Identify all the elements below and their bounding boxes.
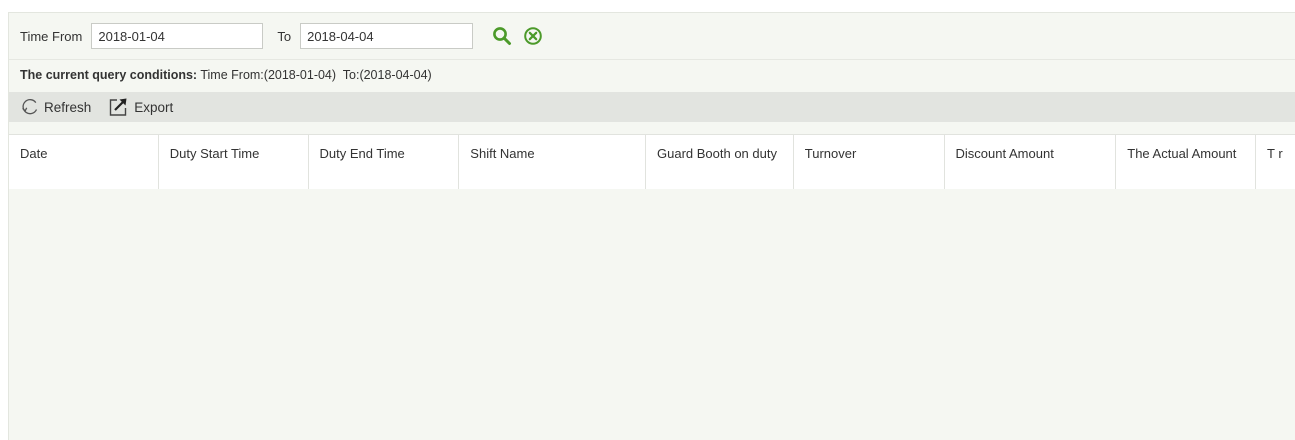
- column-header-duty-end-time[interactable]: Duty End Time: [309, 135, 460, 189]
- refresh-icon: [20, 98, 40, 116]
- column-header-discount-amount[interactable]: Discount Amount: [945, 135, 1117, 189]
- time-to-input[interactable]: [300, 23, 474, 49]
- filter-bar: Time From To: [9, 13, 1295, 60]
- toolbar: Refresh Export: [9, 92, 1295, 122]
- export-label: Export: [134, 99, 174, 115]
- search-icon[interactable]: [491, 25, 513, 47]
- refresh-label: Refresh: [44, 99, 92, 115]
- time-from-input[interactable]: [91, 23, 264, 49]
- report-panel: Time From To The current query condition…: [8, 12, 1295, 440]
- column-header-turnover[interactable]: Turnover: [794, 135, 945, 189]
- export-icon: [108, 97, 130, 117]
- column-header-guard-booth[interactable]: Guard Booth on duty: [646, 135, 794, 189]
- table-body: [9, 189, 1295, 440]
- query-conditions-heading: The current query conditions:: [20, 68, 198, 82]
- query-conditions: The current query conditions: Time From:…: [20, 68, 432, 82]
- table-header: Date Duty Start Time Duty End Time Shift…: [9, 134, 1295, 190]
- refresh-button[interactable]: Refresh: [20, 98, 91, 116]
- column-header-date[interactable]: Date: [9, 135, 159, 189]
- clear-circle-icon[interactable]: [522, 25, 544, 47]
- column-header-shift-name[interactable]: Shift Name: [459, 135, 646, 189]
- query-conditions-text: Time From:(2018-01-04) To:(2018-04-04): [197, 68, 432, 82]
- time-from-label: Time From: [20, 28, 83, 44]
- column-header-truncated[interactable]: T r: [1256, 135, 1295, 189]
- time-to-label: To: [277, 28, 292, 44]
- column-header-actual-amount[interactable]: The Actual Amount: [1116, 135, 1257, 189]
- export-button[interactable]: Export: [108, 97, 173, 117]
- column-header-duty-start-time[interactable]: Duty Start Time: [159, 135, 309, 189]
